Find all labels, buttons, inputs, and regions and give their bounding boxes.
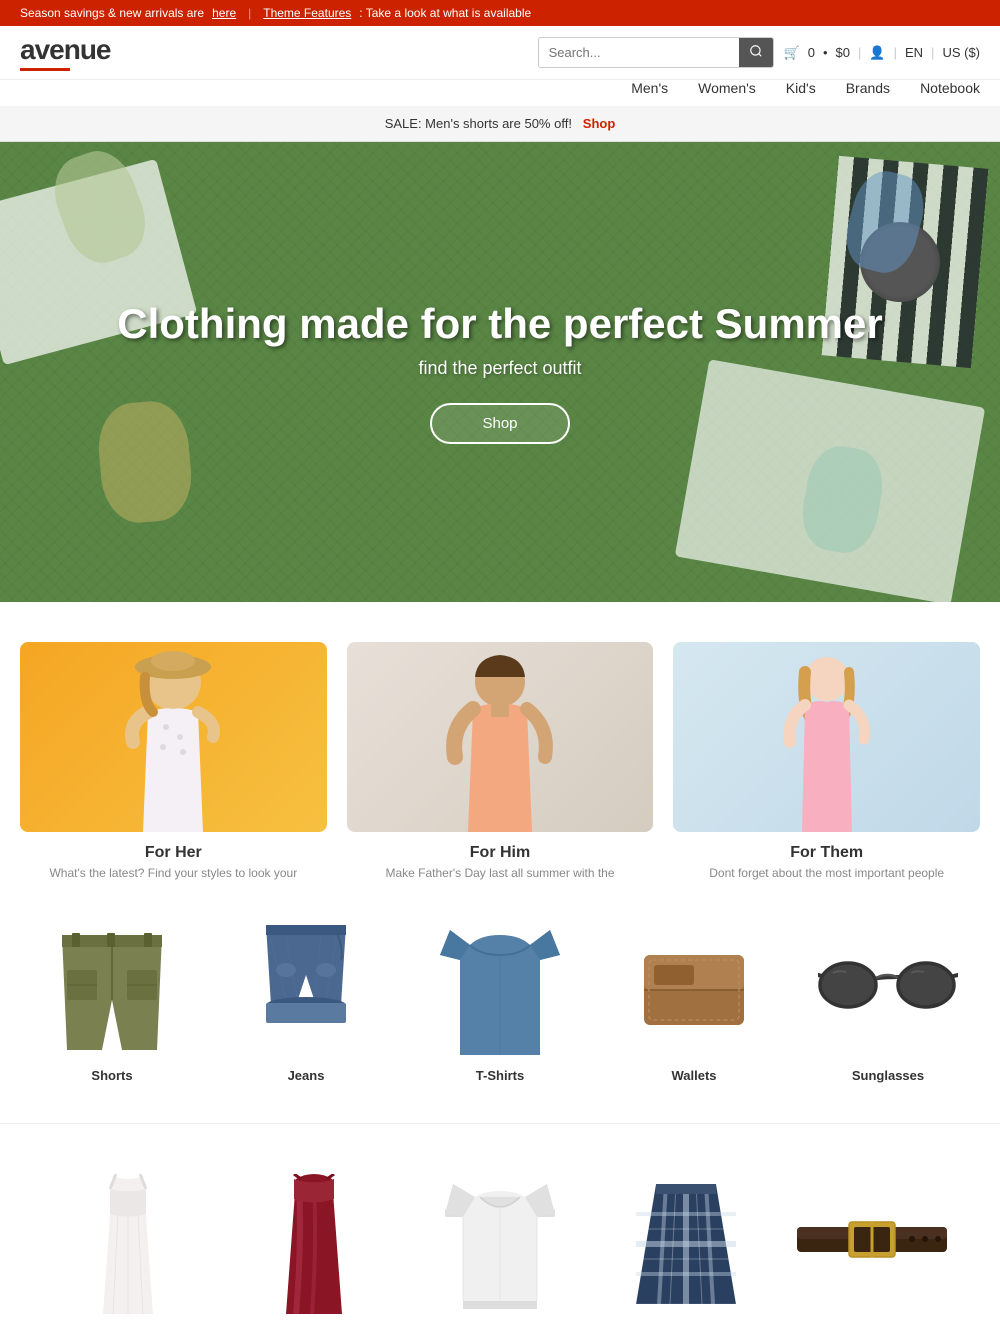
sale-text: SALE: Men's shorts are 50% off! [385,116,572,131]
product-wallets[interactable]: Wallets [609,920,779,1083]
product-section-1: Shorts [0,900,1000,1103]
jeans-label: Jeans [221,1068,391,1083]
sunglasses-image [803,920,973,1060]
header: avenue 🛒 0 • $0 | 👤 | EN | US ($) [0,26,1000,80]
logo-underline [20,68,70,71]
search-box [538,37,774,68]
cart-icon[interactable]: 🛒 [784,45,800,61]
tshirts-label: T-Shirts [415,1068,585,1083]
nav-mens[interactable]: Men's [631,80,668,96]
nav-brands[interactable]: Brands [846,80,890,96]
header-sep3: | [931,45,934,60]
sweater-image [415,1174,585,1314]
skirt-image [601,1174,771,1314]
language-selector[interactable]: EN [905,45,923,60]
nav-notebook[interactable]: Notebook [920,80,980,96]
announcement-text: Season savings & new arrivals are [20,6,204,20]
category-for-him[interactable]: For Him Make Father's Day last all summe… [347,642,654,880]
announcement-divider: | [248,6,251,20]
tshirts-image [415,920,585,1060]
product-section-2 [0,1144,1000,1344]
for-her-image [20,642,327,832]
announcement-bar: Season savings & new arrivals are here |… [0,0,1000,26]
product-red-dress[interactable] [229,1174,399,1314]
hero-section: Clothing made for the perfect Summer fin… [0,142,1000,602]
wallets-label: Wallets [609,1068,779,1083]
category-section: For Her What's the latest? Find your sty… [0,602,1000,900]
search-input[interactable] [539,39,739,66]
category-for-her[interactable]: For Her What's the latest? Find your sty… [20,642,327,880]
hero-title: Clothing made for the perfect Summer [117,300,882,348]
main-nav: Men's Women's Kid's Brands Notebook [0,80,1000,106]
user-icon[interactable]: 👤 [869,45,885,61]
belt-image [787,1174,957,1314]
sunglasses-label: Sunglasses [803,1068,973,1083]
product-white-dress[interactable] [43,1174,213,1314]
header-sep2: | [894,45,897,60]
cart-separator: • [823,45,828,60]
wallets-image [609,920,779,1060]
sale-bar: SALE: Men's shorts are 50% off! Shop [0,106,1000,142]
for-him-title: For Him [347,844,654,862]
currency-selector[interactable]: US ($) [942,45,980,60]
product-grid-2 [20,1164,980,1324]
product-skirt[interactable] [601,1174,771,1314]
announcement-link[interactable]: here [212,6,236,20]
for-him-image [347,642,654,832]
for-him-desc: Make Father's Day last all summer with t… [347,866,654,880]
search-button[interactable] [739,38,773,67]
cart-price: $0 [836,45,850,60]
nav-kids[interactable]: Kid's [786,80,816,96]
hero-content: Clothing made for the perfect Summer fin… [117,300,882,444]
header-icons: 🛒 0 • $0 | 👤 | EN | US ($) [784,45,980,61]
announcement-text2: : Take a look at what is available [359,6,531,20]
header-right: 🛒 0 • $0 | 👤 | EN | US ($) [538,37,980,68]
product-grid-1: Shorts [20,920,980,1083]
logo[interactable]: avenue [20,34,111,66]
header-sep1: | [858,45,861,60]
product-jeans[interactable]: Jeans [221,920,391,1083]
shorts-label: Shorts [27,1068,197,1083]
sale-shop-link[interactable]: Shop [583,116,616,131]
hero-subtitle: find the perfect outfit [117,358,882,379]
cart-count: 0 [808,45,815,60]
for-them-image [673,642,980,832]
for-her-desc: What's the latest? Find your styles to l… [20,866,327,880]
product-belt[interactable] [787,1174,957,1314]
hero-cta-button[interactable]: Shop [430,403,569,444]
product-tshirts[interactable]: T-Shirts [415,920,585,1083]
section-divider [0,1123,1000,1124]
product-sweater[interactable] [415,1174,585,1314]
red-dress-image [229,1174,399,1314]
category-for-them[interactable]: For Them Dont forget about the most impo… [673,642,980,880]
white-dress-image [43,1174,213,1314]
logo-container[interactable]: avenue [20,34,111,71]
nav-womens[interactable]: Women's [698,80,756,96]
for-her-title: For Her [20,844,327,862]
for-them-desc: Dont forget about the most important peo… [673,866,980,880]
for-them-title: For Them [673,844,980,862]
jeans-image [221,920,391,1060]
product-sunglasses[interactable]: Sunglasses [803,920,973,1083]
theme-features-link[interactable]: Theme Features [263,6,351,20]
shorts-image [27,920,197,1060]
product-shorts[interactable]: Shorts [27,920,197,1083]
